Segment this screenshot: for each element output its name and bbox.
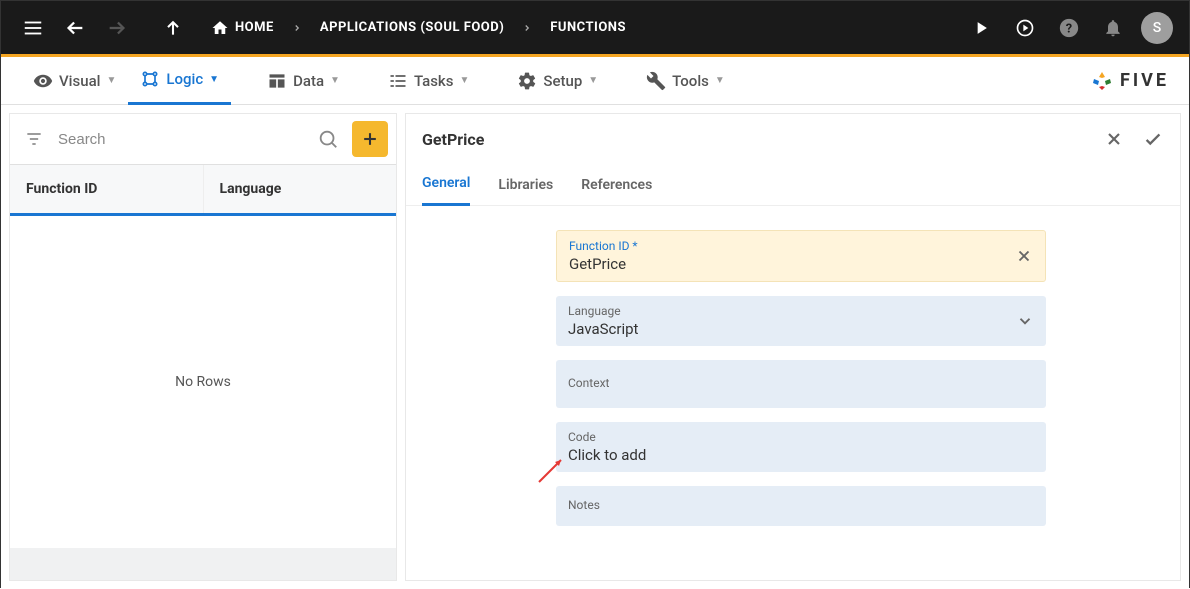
forward-icon <box>101 12 133 44</box>
dropdown-icon: ▼ <box>588 75 598 86</box>
confirm-button[interactable] <box>1142 128 1164 150</box>
brand-logo: FIVE <box>1090 69 1169 93</box>
field-value: JavaScript <box>568 320 1006 338</box>
table-header: Function ID Language <box>10 164 396 216</box>
content: Function ID Language No Rows GetPrice Ge… <box>1 105 1189 589</box>
dropdown-icon: ▼ <box>106 75 116 86</box>
search-input[interactable] <box>58 114 304 164</box>
field-context[interactable]: Context <box>556 360 1046 408</box>
field-value: Click to add <box>568 446 1034 464</box>
detail-tabs: General Libraries References <box>406 164 1180 206</box>
plus-icon <box>360 129 380 149</box>
five-logo-icon <box>1090 69 1114 93</box>
search-row <box>10 114 396 164</box>
field-value: GetPrice <box>569 255 1033 273</box>
add-button[interactable] <box>352 121 388 157</box>
nav-label: Tools <box>672 72 709 90</box>
field-notes[interactable]: Notes <box>556 486 1046 526</box>
deploy-icon[interactable] <box>1009 12 1041 44</box>
eye-icon <box>33 71 53 91</box>
column-label: Function ID <box>26 181 97 197</box>
breadcrumb: HOME APPLICATIONS (SOUL FOOD) FUNCTIONS <box>211 19 626 37</box>
right-panel: GetPrice General Libraries References Fu… <box>405 113 1181 581</box>
table-icon <box>267 71 287 91</box>
topbar: HOME APPLICATIONS (SOUL FOOD) FUNCTIONS … <box>1 1 1189 57</box>
left-panel: Function ID Language No Rows <box>9 113 397 581</box>
main-nav: Visual ▼ Logic ▼ Data ▼ Tasks ▼ Setup ▼ … <box>1 57 1189 105</box>
column-label: Language <box>220 181 282 197</box>
clear-icon[interactable] <box>1015 247 1033 265</box>
tab-label: References <box>581 177 652 193</box>
breadcrumb-label: FUNCTIONS <box>550 20 626 35</box>
table-footer <box>10 548 396 580</box>
dropdown-icon: ▼ <box>459 75 469 86</box>
up-icon[interactable] <box>157 12 189 44</box>
field-label: Notes <box>568 498 1034 512</box>
search-icon[interactable] <box>312 128 344 150</box>
check-icon <box>1142 128 1164 150</box>
tab-libraries[interactable]: Libraries <box>498 164 553 206</box>
help-icon[interactable]: ? <box>1053 12 1085 44</box>
empty-state-text: No Rows <box>175 374 231 390</box>
field-label: Code <box>568 430 1034 444</box>
close-icon <box>1104 129 1124 149</box>
avatar-initial: S <box>1153 20 1161 36</box>
dropdown-icon: ▼ <box>209 74 219 85</box>
field-label: Context <box>568 376 1034 390</box>
nav-setup[interactable]: Setup ▼ <box>505 57 610 105</box>
filter-icon[interactable] <box>18 129 50 149</box>
topbar-right: ? S <box>965 12 1173 44</box>
nav-tools[interactable]: Tools ▼ <box>634 57 737 105</box>
breadcrumb-functions[interactable]: FUNCTIONS <box>550 20 626 35</box>
nav-visual[interactable]: Visual ▼ <box>21 57 128 105</box>
chevron-right-icon <box>284 23 310 33</box>
nav-label: Visual <box>59 72 100 90</box>
table-body: No Rows <box>10 216 396 548</box>
detail-header: GetPrice <box>406 114 1180 164</box>
column-function-id[interactable]: Function ID <box>10 165 204 213</box>
tab-label: Libraries <box>498 177 553 193</box>
home-icon <box>211 19 229 37</box>
svg-text:?: ? <box>1066 21 1072 36</box>
close-button[interactable] <box>1104 128 1124 150</box>
page-title: GetPrice <box>422 130 484 149</box>
play-icon[interactable] <box>965 12 997 44</box>
chevron-right-icon <box>514 23 540 33</box>
tab-references[interactable]: References <box>581 164 652 206</box>
gear-icon <box>517 71 537 91</box>
header-actions <box>1104 128 1164 150</box>
user-avatar[interactable]: S <box>1141 12 1173 44</box>
field-function-id[interactable]: Function ID * GetPrice <box>556 230 1046 282</box>
breadcrumb-applications[interactable]: APPLICATIONS (SOUL FOOD) <box>320 20 504 35</box>
nav-label: Setup <box>543 72 582 90</box>
detail-form: Function ID * GetPrice Language JavaScri… <box>406 206 1046 526</box>
tasks-icon <box>388 71 408 91</box>
field-code[interactable]: Code Click to add <box>556 422 1046 472</box>
logic-icon <box>140 69 160 89</box>
nav-label: Logic <box>166 70 203 88</box>
tab-general[interactable]: General <box>422 164 470 206</box>
menu-icon[interactable] <box>17 12 49 44</box>
chevron-down-icon[interactable] <box>1016 312 1034 330</box>
field-label: Function ID * <box>569 239 1033 253</box>
topbar-left: HOME APPLICATIONS (SOUL FOOD) FUNCTIONS <box>17 12 626 44</box>
breadcrumb-home[interactable]: HOME <box>211 19 274 37</box>
dropdown-icon: ▼ <box>330 75 340 86</box>
column-language[interactable]: Language <box>204 165 397 213</box>
nav-logic[interactable]: Logic ▼ <box>128 57 231 105</box>
nav-data[interactable]: Data ▼ <box>255 57 352 105</box>
tools-icon <box>646 71 666 91</box>
tab-label: General <box>422 175 470 191</box>
field-label: Language <box>568 304 1006 318</box>
nav-label: Tasks <box>414 72 454 90</box>
breadcrumb-label: HOME <box>235 20 274 35</box>
field-language[interactable]: Language JavaScript <box>556 296 1046 346</box>
nav-label: Data <box>293 72 324 90</box>
bell-icon[interactable] <box>1097 12 1129 44</box>
breadcrumb-label: APPLICATIONS (SOUL FOOD) <box>320 20 504 35</box>
brand-name: FIVE <box>1120 70 1169 91</box>
dropdown-icon: ▼ <box>715 75 725 86</box>
nav-tasks[interactable]: Tasks ▼ <box>376 57 481 105</box>
back-icon[interactable] <box>59 12 91 44</box>
